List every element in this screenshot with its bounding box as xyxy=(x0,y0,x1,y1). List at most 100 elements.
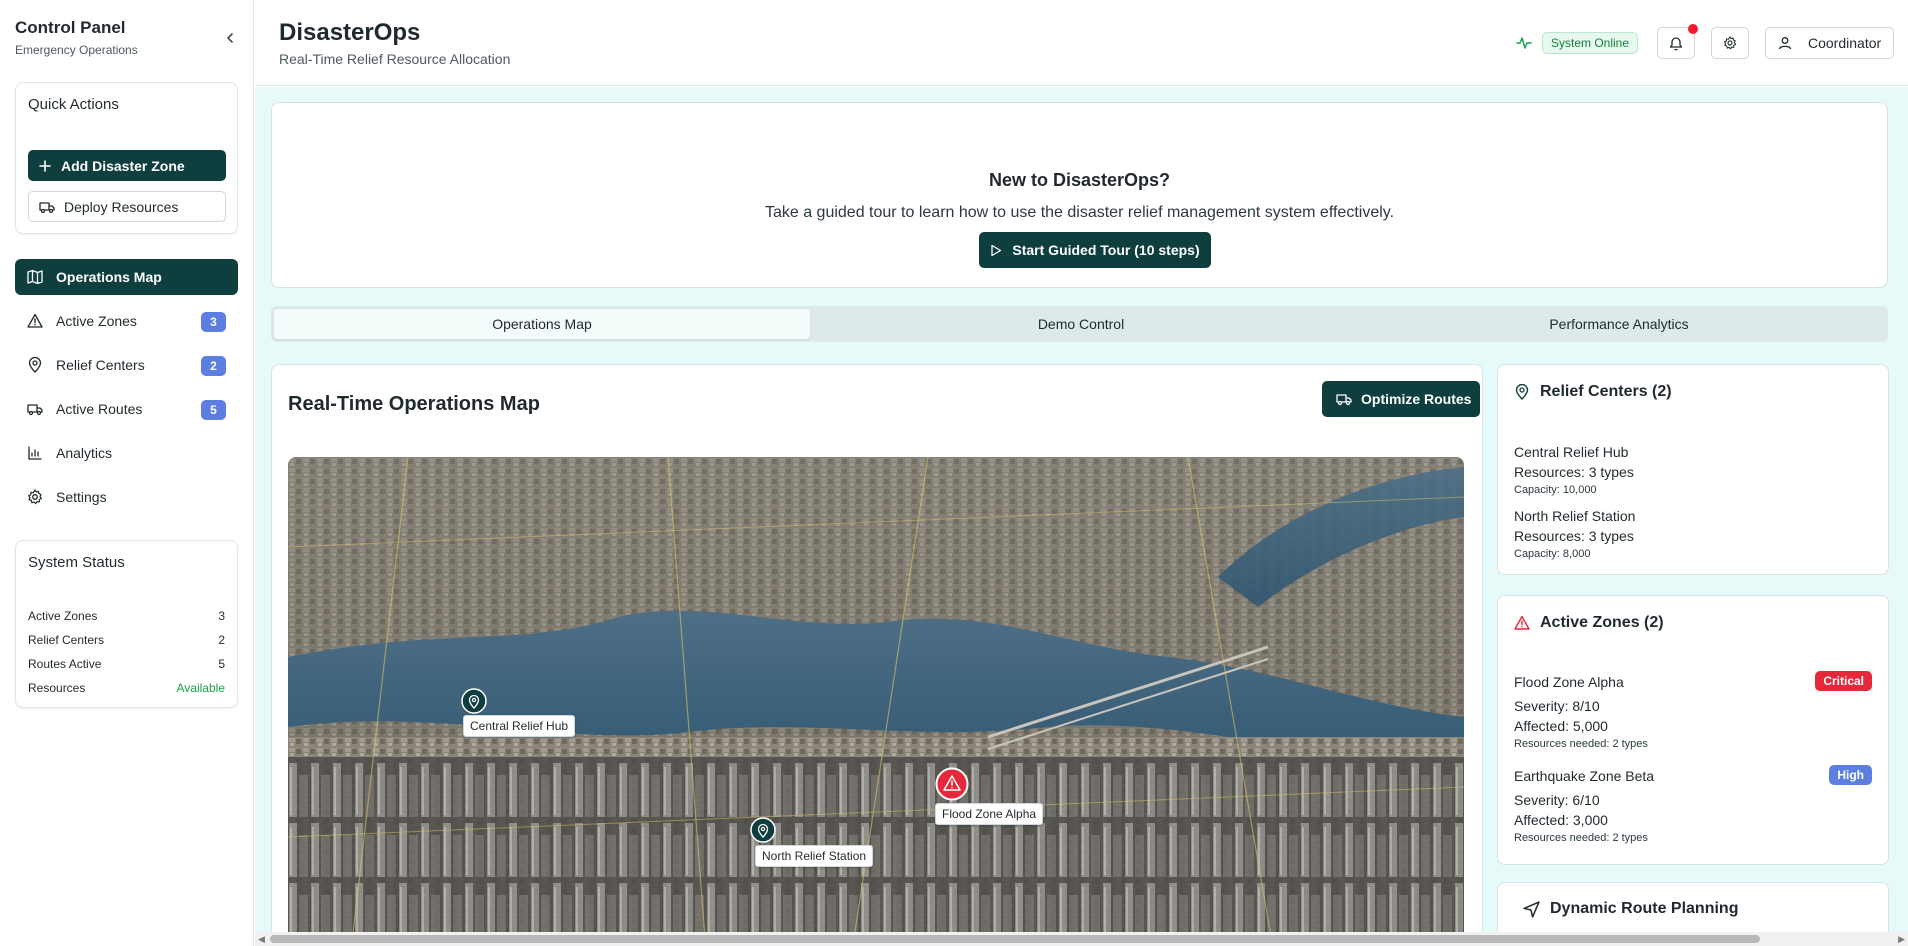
start-guided-tour-button[interactable]: Start Guided Tour (10 steps) xyxy=(979,232,1211,268)
bar-chart-icon xyxy=(27,445,43,461)
top-header: DisasterOps Real-Time Relief Resource Al… xyxy=(255,0,1908,86)
relief-center-name: Central Relief Hub xyxy=(1514,444,1629,460)
scroll-left-icon[interactable]: ◀ xyxy=(258,934,265,945)
tour-title: New to DisasterOps? xyxy=(988,170,1171,190)
active-zones-header: Active Zones (2) xyxy=(1514,614,1664,632)
status-row: Relief Centers 2 xyxy=(28,633,225,647)
chevron-left-icon xyxy=(227,33,233,43)
user-menu-button[interactable]: Coordinator xyxy=(1765,27,1894,59)
severity-badge: High xyxy=(1829,765,1872,785)
status-row: Resources Available xyxy=(28,681,225,695)
navigation-icon xyxy=(1523,900,1540,918)
collapse-sidebar-button[interactable] xyxy=(220,28,240,48)
north-relief-station-marker[interactable] xyxy=(750,817,776,848)
tab-demo-control[interactable]: Demo Control xyxy=(813,309,1349,339)
zone-name: Earthquake Zone Beta xyxy=(1514,768,1655,784)
sidebar-item-active-routes[interactable]: Active Routes 5 xyxy=(15,391,238,427)
status-label: Routes Active xyxy=(28,657,102,671)
count-badge: 3 xyxy=(201,312,226,332)
sidebar-item-analytics[interactable]: Analytics xyxy=(15,435,238,471)
zone-affected: Affected: 3,000 xyxy=(1514,812,1608,828)
relief-centers-card: Relief Centers (2) Central Relief Hub Re… xyxy=(1497,364,1889,575)
tab-performance-analytics[interactable]: Performance Analytics xyxy=(1351,309,1887,339)
sidebar-title: Control Panel xyxy=(15,18,126,37)
zone-item[interactable]: Flood Zone Alpha Critical Severity: 8/10… xyxy=(1514,671,1872,750)
sidebar-item-active-zones[interactable]: Active Zones 3 xyxy=(15,303,238,339)
sidebar-subtitle: Emergency Operations xyxy=(15,43,138,57)
operations-map[interactable]: Central Relief Hub North Relief Station … xyxy=(288,457,1464,932)
zone-item[interactable]: Earthquake Zone Beta High Severity: 6/10… xyxy=(1514,765,1872,844)
activity-icon xyxy=(1516,37,1532,49)
flood-zone-alpha-marker[interactable] xyxy=(935,767,969,806)
sidebar-header: Control Panel Emergency Operations xyxy=(15,18,240,58)
active-zones-title: Active Zones (2) xyxy=(1540,614,1664,631)
sidebar-item-operations-map[interactable]: Operations Map xyxy=(15,259,238,295)
status-badge: System Online xyxy=(1542,32,1639,54)
sidebar-item-relief-centers[interactable]: Relief Centers 2 xyxy=(15,347,238,383)
status-label: Active Zones xyxy=(28,609,98,623)
user-name: Coordinator xyxy=(1808,35,1882,51)
app-title: DisasterOps xyxy=(279,19,421,46)
status-label: Resources xyxy=(28,681,86,695)
sidebar-item-label: Active Zones xyxy=(56,313,137,329)
map-pin-icon xyxy=(750,817,776,843)
sidebar-item-label: Analytics xyxy=(56,445,113,461)
operations-map-card: Real-Time Operations Map Optimize Routes xyxy=(271,364,1483,932)
tab-operations-map[interactable]: Operations Map xyxy=(274,309,810,339)
scrollbar-thumb[interactable] xyxy=(270,935,1760,943)
user-icon xyxy=(1778,37,1792,50)
status-row: Active Zones 3 xyxy=(28,609,225,623)
relief-center-item[interactable]: North Relief Station Resources: 3 types … xyxy=(1514,508,1872,560)
sidebar-item-settings[interactable]: Settings xyxy=(15,479,238,515)
quick-actions-title: Quick Actions xyxy=(28,96,119,113)
status-value: Available xyxy=(176,681,225,695)
gear-icon xyxy=(1723,36,1737,50)
alert-triangle-icon xyxy=(935,767,969,801)
sidebar-item-label: Settings xyxy=(56,489,107,505)
map-pin-icon xyxy=(1514,384,1530,400)
zone-severity: Severity: 8/10 xyxy=(1514,698,1600,714)
deploy-resources-button[interactable]: Deploy Resources xyxy=(28,191,226,222)
truck-icon xyxy=(39,201,55,213)
relief-centers-title: Relief Centers (2) xyxy=(1540,383,1672,400)
horizontal-scrollbar[interactable]: ◀ ▶ xyxy=(255,932,1908,946)
map-icon xyxy=(27,269,43,285)
sidebar-item-label: Active Routes xyxy=(56,401,143,417)
central-relief-hub-label: Central Relief Hub xyxy=(463,715,576,737)
settings-button[interactable] xyxy=(1711,27,1749,59)
map-pin-icon xyxy=(461,688,487,714)
notification-dot xyxy=(1688,24,1698,34)
count-badge: 2 xyxy=(201,356,226,376)
alert-triangle-icon xyxy=(27,313,43,329)
quick-actions-card: Quick Actions Add Disaster Zone Deploy R… xyxy=(15,82,238,234)
relief-center-capacity: Capacity: 10,000 xyxy=(1514,484,1597,496)
alert-triangle-icon xyxy=(1514,615,1530,631)
relief-center-item[interactable]: Central Relief Hub Resources: 3 types Ca… xyxy=(1514,444,1872,496)
route-planning-header: Dynamic Route Planning xyxy=(1523,900,1738,918)
gear-icon xyxy=(27,489,43,505)
flood-zone-alpha-label: Flood Zone Alpha xyxy=(935,803,1044,825)
map-pin-icon xyxy=(27,357,43,373)
relief-center-name: North Relief Station xyxy=(1514,508,1636,524)
status-label: Relief Centers xyxy=(28,633,105,647)
zone-resources-needed: Resources needed: 2 types xyxy=(1514,738,1648,750)
status-value: 2 xyxy=(218,633,225,647)
active-zones-card: Active Zones (2) Flood Zone Alpha Critic… xyxy=(1497,595,1889,865)
system-status-title: System Status xyxy=(28,554,125,571)
tour-description: Take a guided tour to learn how to use t… xyxy=(764,204,1395,221)
optimize-routes-button[interactable]: Optimize Routes xyxy=(1322,381,1480,417)
bell-icon xyxy=(1669,36,1683,51)
sidebar-nav: Operations Map Active Zones 3 Relief Cen… xyxy=(15,259,238,523)
add-disaster-zone-button[interactable]: Add Disaster Zone xyxy=(28,150,226,181)
zone-resources-needed: Resources needed: 2 types xyxy=(1514,832,1648,844)
notifications-button[interactable] xyxy=(1657,24,1698,59)
zone-affected: Affected: 5,000 xyxy=(1514,718,1608,734)
relief-centers-header: Relief Centers (2) xyxy=(1514,383,1672,401)
truck-icon xyxy=(1336,394,1352,406)
relief-center-resources: Resources: 3 types xyxy=(1514,464,1634,480)
sidebar-item-label: Operations Map xyxy=(56,269,162,285)
scroll-right-icon[interactable]: ▶ xyxy=(1898,934,1905,945)
app-subtitle: Real-Time Relief Resource Allocation xyxy=(279,51,511,67)
severity-badge: Critical xyxy=(1815,671,1872,691)
sidebar-item-label: Relief Centers xyxy=(56,357,145,373)
